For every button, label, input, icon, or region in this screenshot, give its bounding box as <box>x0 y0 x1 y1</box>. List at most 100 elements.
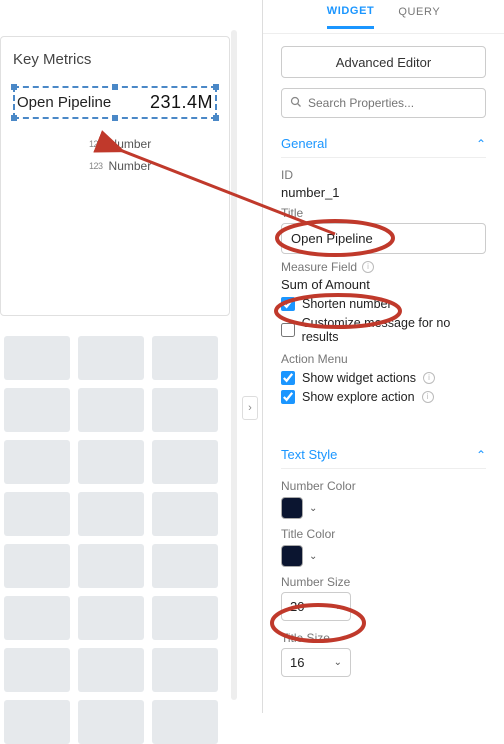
shorten-number-checkbox[interactable] <box>281 297 295 311</box>
number-size-value: 20 <box>290 599 304 614</box>
measure-field-text: Measure Field <box>281 260 357 274</box>
palette-cell[interactable] <box>4 440 70 484</box>
palette-cell[interactable] <box>4 544 70 588</box>
search-properties-input[interactable] <box>308 96 477 110</box>
chevron-right-icon: › <box>248 402 252 414</box>
search-icon <box>290 96 302 111</box>
shorten-number-label: Shorten number <box>302 297 392 311</box>
section-general-toggle[interactable]: General ⌃ <box>281 132 486 158</box>
resize-handle[interactable] <box>213 84 219 90</box>
number-color-picker[interactable]: ⌄ <box>281 497 486 519</box>
title-size-value: 16 <box>290 655 304 670</box>
properties-panel: WIDGET QUERY Advanced Editor General ⌃ I… <box>262 0 504 713</box>
section-text-style-toggle[interactable]: Text Style ⌃ <box>281 443 486 469</box>
show-widget-actions-row[interactable]: Show widget actions i <box>281 371 486 385</box>
palette-cell[interactable] <box>4 388 70 432</box>
palette-cell[interactable] <box>78 700 144 744</box>
info-icon[interactable]: i <box>422 391 434 403</box>
number-color-label: Number Color <box>281 479 486 493</box>
number-size-label: Number Size <box>281 575 486 589</box>
panel-collapse-handle[interactable]: › <box>242 396 258 420</box>
dashboard-canvas[interactable]: Key Metrics Open Pipeline 231.4M 123 Num… <box>0 0 237 713</box>
color-swatch[interactable] <box>281 497 303 519</box>
title-color-label: Title Color <box>281 527 486 541</box>
title-label: Title <box>281 206 486 220</box>
palette-cell[interactable] <box>78 596 144 640</box>
palette-cell[interactable] <box>152 492 218 536</box>
palette-cell[interactable] <box>152 544 218 588</box>
id-value: number_1 <box>281 185 486 200</box>
palette-cell[interactable] <box>78 648 144 692</box>
palette-cell[interactable] <box>78 440 144 484</box>
widget-type-label: Number <box>109 137 152 151</box>
tab-query[interactable]: QUERY <box>398 6 440 27</box>
show-widget-actions-label: Show widget actions <box>302 371 416 385</box>
measure-field-value: Sum of Amount <box>281 277 486 292</box>
palette-cell[interactable] <box>152 388 218 432</box>
palette-cell[interactable] <box>4 492 70 536</box>
resize-handle[interactable] <box>11 115 17 121</box>
title-size-select[interactable]: 16 ⌄ <box>281 648 351 677</box>
section-label: Text Style <box>281 447 337 462</box>
card-key-metrics: Key Metrics Open Pipeline 231.4M 123 Num… <box>0 36 230 316</box>
resize-handle[interactable] <box>112 84 118 90</box>
palette-cell[interactable] <box>78 492 144 536</box>
chevron-down-icon: ⌄ <box>309 551 317 562</box>
search-properties-field[interactable] <box>281 88 486 118</box>
section-label: General <box>281 136 327 151</box>
title-input[interactable] <box>281 223 486 254</box>
widget-value: 231.4M <box>150 92 213 113</box>
chevron-down-icon: ⌄ <box>334 657 342 668</box>
palette-cell[interactable] <box>78 388 144 432</box>
canvas-scrollbar[interactable] <box>231 30 237 700</box>
color-swatch[interactable] <box>281 545 303 567</box>
customize-message-row[interactable]: Customize message for no results <box>281 316 486 344</box>
widget-palette <box>0 336 229 713</box>
info-icon[interactable]: i <box>362 261 374 273</box>
palette-cell[interactable] <box>152 336 218 380</box>
show-explore-action-label: Show explore action <box>302 390 415 404</box>
card-title: Key Metrics <box>13 51 217 68</box>
chevron-up-icon: ⌃ <box>476 448 486 462</box>
chevron-down-icon: ⌄ <box>309 503 317 514</box>
action-menu-label: Action Menu <box>281 352 486 366</box>
show-explore-action-checkbox[interactable] <box>281 390 295 404</box>
palette-cell[interactable] <box>152 648 218 692</box>
title-color-picker[interactable]: ⌄ <box>281 545 486 567</box>
palette-cell[interactable] <box>78 336 144 380</box>
palette-cell[interactable] <box>4 648 70 692</box>
chevron-up-icon: ⌃ <box>476 137 486 151</box>
customize-message-label: Customize message for no results <box>302 316 486 344</box>
number-icon: 123 <box>89 139 103 149</box>
panel-tabs: WIDGET QUERY <box>263 0 504 34</box>
id-label: ID <box>281 168 486 182</box>
panel-body: Advanced Editor General ⌃ ID number_1 Ti… <box>263 34 504 689</box>
widget-type-label: Number <box>109 159 152 173</box>
resize-handle[interactable] <box>213 115 219 121</box>
palette-cell[interactable] <box>4 336 70 380</box>
palette-cell[interactable] <box>4 700 70 744</box>
resize-handle[interactable] <box>112 115 118 121</box>
info-icon[interactable]: i <box>423 372 435 384</box>
palette-cell[interactable] <box>4 596 70 640</box>
advanced-editor-button[interactable]: Advanced Editor <box>281 46 486 78</box>
shorten-number-row[interactable]: Shorten number <box>281 297 486 311</box>
widget-placeholder-number-1[interactable]: 123 Number <box>13 131 217 153</box>
widget-placeholder-number-2[interactable]: 123 Number <box>13 153 217 175</box>
number-size-select[interactable]: 20 ⌄ <box>281 592 351 621</box>
number-icon: 123 <box>89 161 103 171</box>
widget-title: Open Pipeline <box>17 94 111 111</box>
tab-widget[interactable]: WIDGET <box>327 5 375 29</box>
title-size-label: Title Size <box>281 631 486 645</box>
show-widget-actions-checkbox[interactable] <box>281 371 295 385</box>
measure-field-label: Measure Field i <box>281 260 486 274</box>
palette-cell[interactable] <box>152 700 218 744</box>
customize-message-checkbox[interactable] <box>281 323 295 337</box>
resize-handle[interactable] <box>11 84 17 90</box>
show-explore-action-row[interactable]: Show explore action i <box>281 390 486 404</box>
chevron-down-icon: ⌄ <box>334 601 342 612</box>
selected-widget-open-pipeline[interactable]: Open Pipeline 231.4M <box>13 86 217 119</box>
palette-cell[interactable] <box>78 544 144 588</box>
palette-cell[interactable] <box>152 440 218 484</box>
palette-cell[interactable] <box>152 596 218 640</box>
